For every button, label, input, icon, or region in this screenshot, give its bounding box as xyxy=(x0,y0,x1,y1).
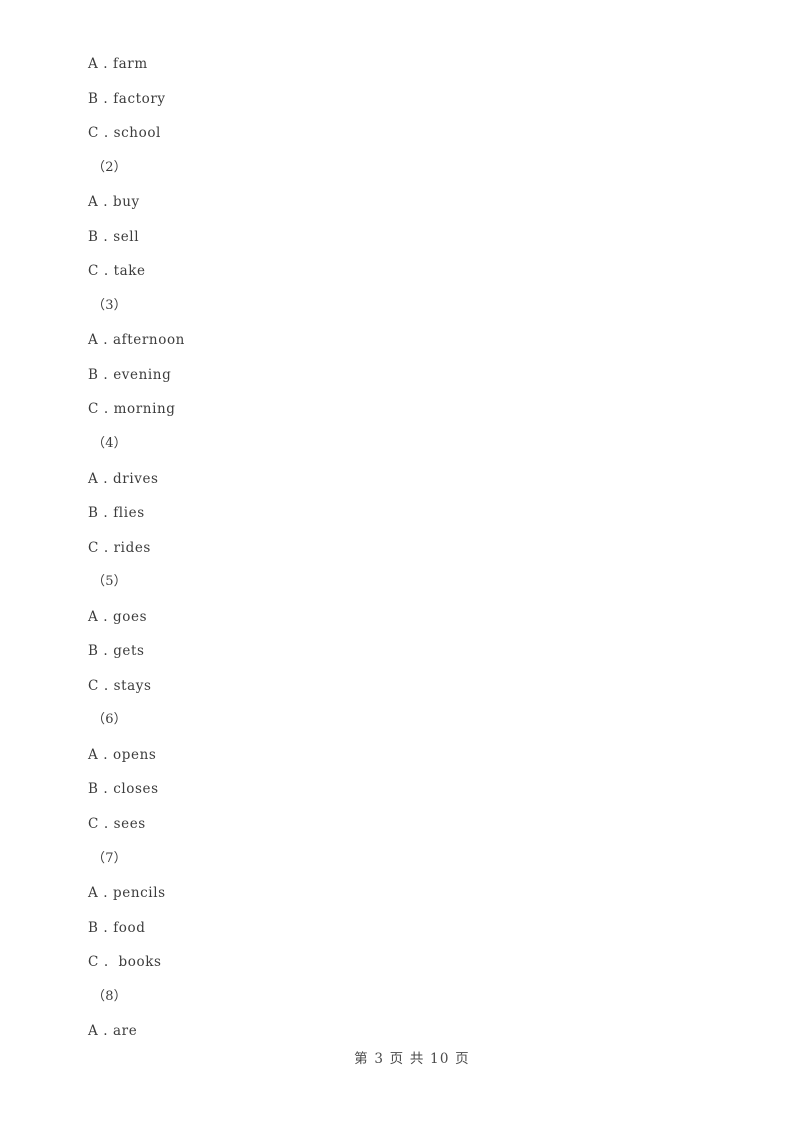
answer-option: B . flies xyxy=(88,505,145,522)
question-number: （6） xyxy=(92,712,127,728)
answer-option: A . pencils xyxy=(88,885,166,902)
answer-option: C . school xyxy=(88,125,161,142)
answer-option: C . sees xyxy=(88,816,146,833)
page-footer: 第 3 页 共 10 页 xyxy=(0,1031,800,1083)
document-page: A . farm B . factory C . school （2） A . buy B… xyxy=(0,0,800,1132)
answer-option: B . evening xyxy=(88,366,172,383)
answer-option: A . farm xyxy=(88,56,148,72)
answer-option: A . afternoon xyxy=(88,332,185,349)
answer-option: B . food xyxy=(88,919,146,936)
answer-option: B . closes xyxy=(88,781,159,798)
question-number: （2） xyxy=(92,159,127,175)
question-number: （7） xyxy=(92,850,127,866)
answer-option: C . morning xyxy=(88,401,176,418)
answer-option: B . gets xyxy=(88,643,145,660)
question-number: （8） xyxy=(92,988,127,1004)
answer-option: C . books xyxy=(88,954,162,971)
answer-option: B . factory xyxy=(88,90,166,107)
answer-option: C . rides xyxy=(88,539,151,556)
question-number: （5） xyxy=(92,574,127,590)
answer-option: A . buy xyxy=(88,194,140,211)
page-number-text: 第 3 页 共 10 页 xyxy=(354,1051,470,1067)
answer-option: A . drives xyxy=(88,470,159,487)
answer-option: A . goes xyxy=(88,608,148,625)
question-number: （4） xyxy=(92,436,127,452)
page-content: A . farm B . factory C . school （2） A . buy B… xyxy=(88,47,728,1049)
answer-option: C . take xyxy=(88,263,146,280)
answer-option: A . opens xyxy=(88,746,157,763)
question-number: （3） xyxy=(92,297,127,313)
answer-option: C . stays xyxy=(88,677,152,694)
answer-option: B . sell xyxy=(88,228,140,245)
